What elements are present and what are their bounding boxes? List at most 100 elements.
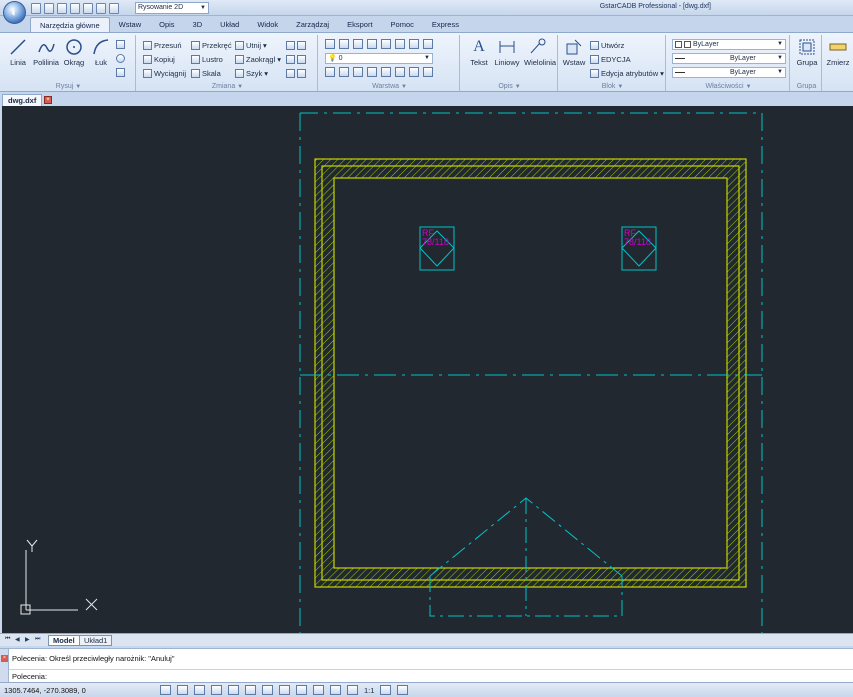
layer-lock-icon[interactable]: [409, 39, 419, 49]
first-tab-icon[interactable]: ⏮: [5, 636, 10, 643]
layer-state-icon[interactable]: [339, 39, 349, 49]
linear-dimension-button[interactable]: Liniowy: [494, 37, 520, 67]
layer-copy-icon[interactable]: [381, 67, 391, 77]
fillet-icon: [235, 54, 244, 64]
trim-button[interactable]: Utnij ▾: [235, 39, 267, 51]
tab-layout[interactable]: Układ: [211, 17, 248, 32]
layer-merge-icon[interactable]: [353, 67, 363, 77]
group-button[interactable]: Grupa: [794, 37, 820, 67]
arc-label: Łuk: [94, 58, 108, 67]
create-block-button[interactable]: Utwórz: [590, 39, 624, 51]
tab-layout1[interactable]: Układ1: [79, 635, 113, 646]
line-button[interactable]: Linia: [5, 37, 31, 67]
layer-thaw-icon[interactable]: [395, 67, 405, 77]
layer-on-icon[interactable]: [423, 67, 433, 77]
drawing-canvas[interactable]: RF 78/118 RF 78/118: [2, 106, 853, 633]
layer-previous-icon[interactable]: [325, 67, 335, 77]
array-button[interactable]: Szyk ▾: [235, 67, 268, 79]
tab-insert[interactable]: Wstaw: [110, 17, 151, 32]
new-file-icon[interactable]: [31, 2, 41, 14]
command-window-handle[interactable]: ×: [0, 649, 9, 683]
open-file-icon[interactable]: [44, 2, 54, 14]
stretch-button[interactable]: Wyciągnij: [143, 67, 186, 79]
circle-button[interactable]: Okrąg: [61, 37, 87, 67]
tab-model[interactable]: Model: [48, 635, 80, 646]
insert-block-button[interactable]: Wstaw: [561, 37, 587, 67]
quick-properties-icon[interactable]: [313, 685, 324, 695]
application-menu-button[interactable]: ◐: [3, 1, 26, 24]
layer-off-icon[interactable]: [381, 39, 391, 49]
close-document-icon[interactable]: ×: [44, 96, 52, 104]
layer-delete-icon[interactable]: [367, 67, 377, 77]
lineweight-select[interactable]: ByLayer ▼: [672, 67, 786, 78]
dynamic-input-icon[interactable]: [279, 685, 290, 695]
layer-walk-icon[interactable]: [339, 67, 349, 77]
mirror-button[interactable]: Lustro: [191, 53, 223, 65]
layer-match-icon[interactable]: [423, 39, 433, 49]
scale-button[interactable]: Skala: [191, 67, 221, 79]
workspace-switch-icon[interactable]: [397, 685, 409, 695]
document-tab[interactable]: dwg.dxf: [2, 94, 43, 106]
tab-3d[interactable]: 3D: [184, 17, 212, 32]
hatch-button[interactable]: [116, 66, 125, 78]
redo-icon[interactable]: [109, 2, 119, 14]
move-button[interactable]: Przesuń: [143, 39, 182, 51]
polar-icon[interactable]: [211, 685, 222, 695]
snap-icon[interactable]: [160, 685, 171, 695]
polyline-button[interactable]: Polilinia: [33, 37, 59, 67]
linetype-select[interactable]: ByLayer ▼: [672, 53, 786, 64]
multileader-label: Wielolinia: [524, 58, 557, 67]
tab-home[interactable]: Narzędzia główne: [30, 17, 110, 32]
multileader-button[interactable]: Wielolinia: [524, 37, 557, 67]
tab-annotate[interactable]: Opis: [150, 17, 183, 32]
tab-express[interactable]: Express: [423, 17, 468, 32]
fillet-button[interactable]: Zaokrągl ▾: [235, 53, 281, 65]
layer-unisolate-icon[interactable]: [367, 39, 377, 49]
previous-tab-icon[interactable]: ◀: [15, 636, 20, 643]
layer-select[interactable]: 💡 0 ▼: [325, 53, 433, 64]
tab-view[interactable]: Widok: [248, 17, 287, 32]
block-edit-icon: [590, 54, 599, 64]
model-space-icon[interactable]: [330, 685, 341, 695]
save-as-icon[interactable]: [70, 2, 80, 14]
lineweight-toggle-icon[interactable]: [296, 685, 307, 695]
command-input[interactable]: Polecenia:: [12, 672, 47, 681]
last-tab-icon[interactable]: ⏭: [35, 636, 40, 643]
offset-button[interactable]: [286, 53, 306, 65]
object-track-icon[interactable]: [245, 685, 256, 695]
arc-button[interactable]: Łuk: [88, 37, 114, 67]
annotation-scale-icon[interactable]: [347, 685, 358, 695]
object-snap-icon[interactable]: [228, 685, 239, 695]
tab-help[interactable]: Pomoc: [382, 17, 423, 32]
quick-access-toolbar: [31, 2, 119, 14]
close-command-icon[interactable]: ×: [1, 655, 8, 662]
edit-attributes-button[interactable]: Edycja atrybutów ▾: [590, 67, 664, 79]
block-edit-button[interactable]: EDYCJA: [590, 53, 631, 65]
measure-button[interactable]: Zmierz: [825, 37, 851, 67]
text-button[interactable]: A Tekst: [466, 37, 492, 67]
workspace-select[interactable]: Rysowanie 2D ▼: [135, 2, 209, 14]
color-select[interactable]: ByLayer ▼: [672, 39, 786, 50]
break-button[interactable]: [286, 67, 306, 79]
undo-icon[interactable]: [96, 2, 106, 14]
lineweight-select-value: ByLayer: [730, 69, 756, 76]
ortho-icon[interactable]: [194, 685, 205, 695]
layer-isolate-icon[interactable]: [353, 39, 363, 49]
ellipse-button[interactable]: [116, 52, 125, 64]
annotation-scale-value[interactable]: 1:1: [364, 686, 374, 695]
copy-button[interactable]: Kopiuj: [143, 53, 175, 65]
dynamic-ucs-icon[interactable]: [262, 685, 273, 695]
rotate-button[interactable]: Przekręć: [191, 39, 232, 51]
erase-button[interactable]: [286, 39, 306, 51]
print-icon[interactable]: [83, 2, 93, 14]
layer-unlock-icon[interactable]: [409, 67, 419, 77]
grid-icon[interactable]: [177, 685, 188, 695]
save-icon[interactable]: [57, 2, 67, 14]
layer-freeze-icon[interactable]: [395, 39, 405, 49]
rectangle-button[interactable]: [116, 38, 125, 50]
tab-manage[interactable]: Zarządzaj: [287, 17, 338, 32]
layer-properties-icon[interactable]: [325, 39, 335, 49]
next-tab-icon[interactable]: ▶: [25, 636, 30, 643]
tab-export[interactable]: Eksport: [338, 17, 381, 32]
annotation-visibility-icon[interactable]: [380, 685, 392, 695]
